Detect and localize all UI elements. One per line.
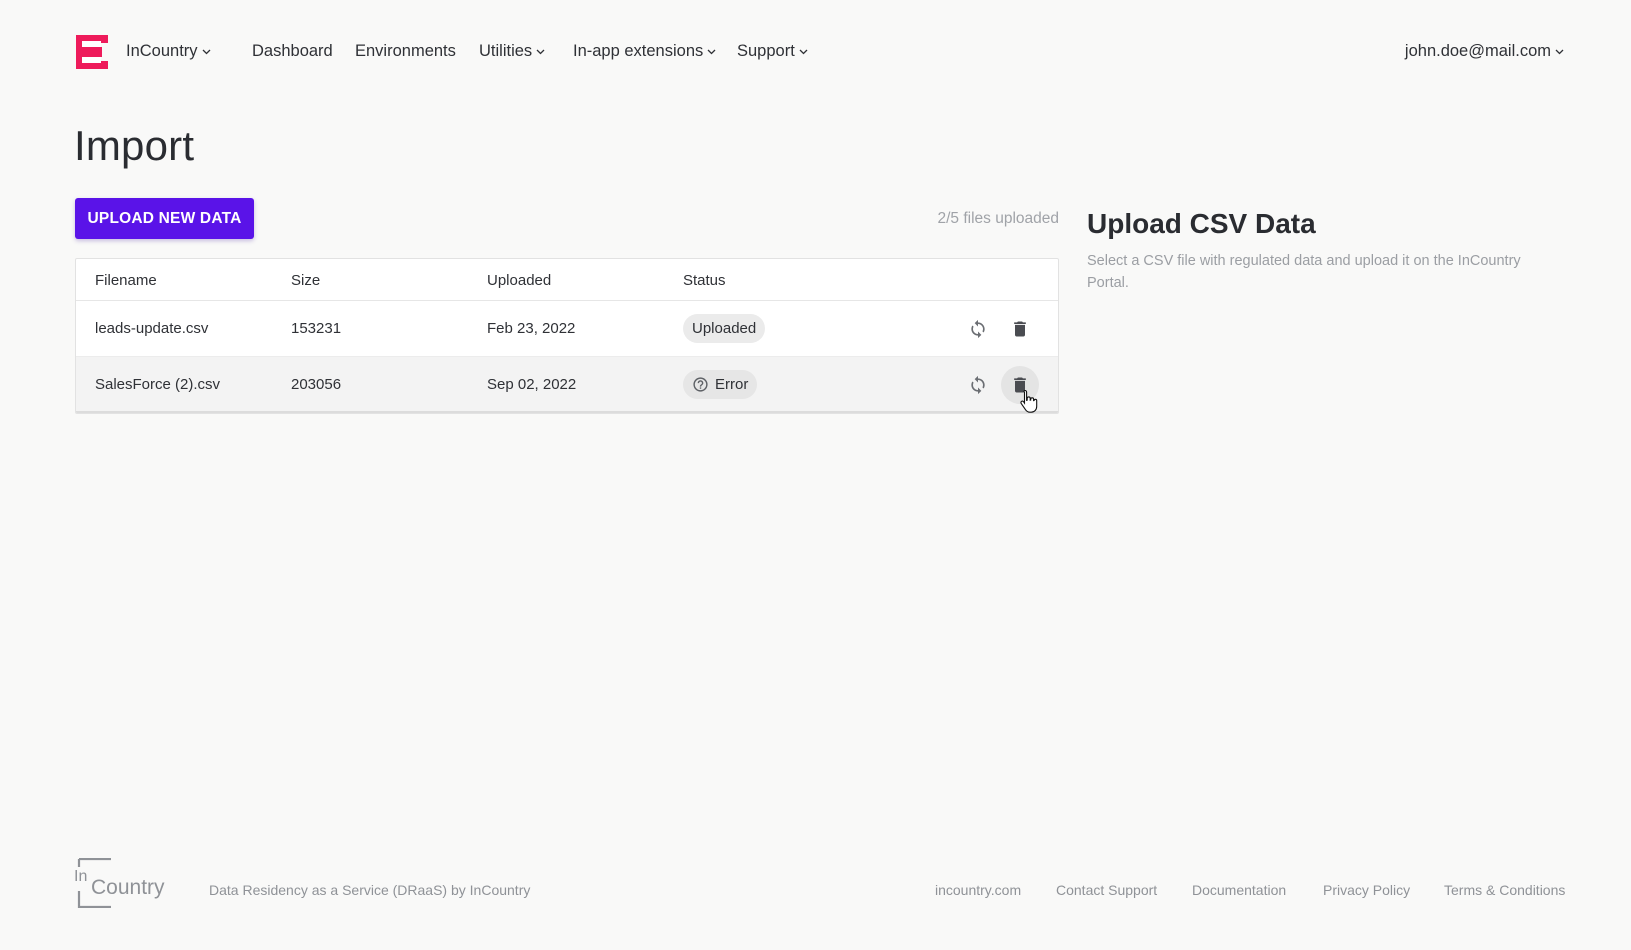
retry-button[interactable] [959,310,997,348]
cell-size: 203056 [291,376,342,393]
chevron-down-icon [536,49,545,54]
status-badge-label: Error [715,376,749,393]
cell-uploaded-date: Sep 02, 2022 [487,376,577,393]
chevron-down-icon [1555,49,1564,54]
nav-environments[interactable]: Environments [355,42,456,61]
cell-size: 153231 [291,320,342,337]
footer-link-documentation[interactable]: Documentation [1192,882,1286,898]
cell-filename: leads-update.csv [95,320,209,337]
column-header-uploaded: Uploaded [487,272,552,289]
status-badge: Uploaded [683,314,766,343]
nav-utilities-label: Utilities [479,42,533,60]
chevron-down-icon [707,49,716,54]
trash-icon [1014,321,1026,337]
org-switcher[interactable]: InCountry [126,42,211,61]
footer-tagline: Data Residency as a Service (DRaaS) by I… [209,882,531,898]
table-row: leads-update.csv 153231 Feb 23, 2022 Upl… [76,301,1058,357]
nav-in-app-extensions[interactable]: In-app extensions [573,42,716,61]
user-email: john.doe@mail.com [1404,42,1551,60]
upload-csv-title: Upload CSV Data [1087,208,1316,239]
incountry-logo-icon[interactable] [76,35,108,69]
nav-dashboard[interactable]: Dashboard [252,42,333,61]
footer-link-incountry[interactable]: incountry.com [935,882,1021,898]
table-row: SalesForce (2).csv 203056 Sep 02, 2022 E… [76,357,1058,413]
chevron-down-icon [799,49,808,54]
help-circle-icon [693,377,708,392]
footer-logo-bottom-text: Country [91,876,165,899]
nav-support-label: Support [737,42,795,60]
nav-in-app-extensions-label: In-app extensions [573,42,704,60]
trash-icon [1014,377,1026,393]
user-menu[interactable]: john.doe@mail.com [1405,42,1564,61]
footer-link-contact-support[interactable]: Contact Support [1056,882,1157,898]
cell-uploaded-date: Feb 23, 2022 [487,320,576,337]
column-header-size: Size [291,272,321,289]
chevron-down-icon [202,49,211,54]
cell-filename: SalesForce (2).csv [95,376,221,393]
import-page: InCountry Dashboard Environments Utiliti… [0,0,1631,950]
files-uploaded-count: 2/5 files uploaded [937,210,1059,227]
upload-csv-description: Select a CSV file with regulated data an… [1087,253,1521,291]
nav-dashboard-label: Dashboard [252,42,333,60]
delete-button[interactable] [1001,366,1039,404]
refresh-icon [971,319,985,339]
footer-link-privacy-policy[interactable]: Privacy Policy [1323,882,1410,898]
delete-button[interactable] [1001,310,1039,348]
files-table: Filename Size Uploaded Status leads-upda… [75,258,1059,414]
top-navbar: InCountry Dashboard Environments Utiliti… [0,0,1631,105]
column-header-status: Status [683,272,726,289]
footer-logo[interactable]: In Country [74,857,170,909]
nav-support[interactable]: Support [737,42,808,61]
column-header-filename: Filename [95,272,157,289]
retry-button[interactable] [959,366,997,404]
status-badge[interactable]: Error [683,370,758,399]
footer-logo-top-text: In [74,868,87,885]
org-switcher-label: InCountry [126,42,198,60]
incountry-wordmark-icon: In Country [74,857,165,909]
refresh-icon [971,375,985,395]
upload-new-data-button[interactable]: UPLOAD NEW DATA [75,198,254,239]
nav-environments-label: Environments [355,42,456,60]
page-title: Import [74,122,195,169]
status-badge-label: Uploaded [692,320,757,337]
table-header: Filename Size Uploaded Status [76,259,1058,301]
footer-link-terms[interactable]: Terms & Conditions [1444,882,1565,898]
nav-utilities[interactable]: Utilities [479,42,545,61]
